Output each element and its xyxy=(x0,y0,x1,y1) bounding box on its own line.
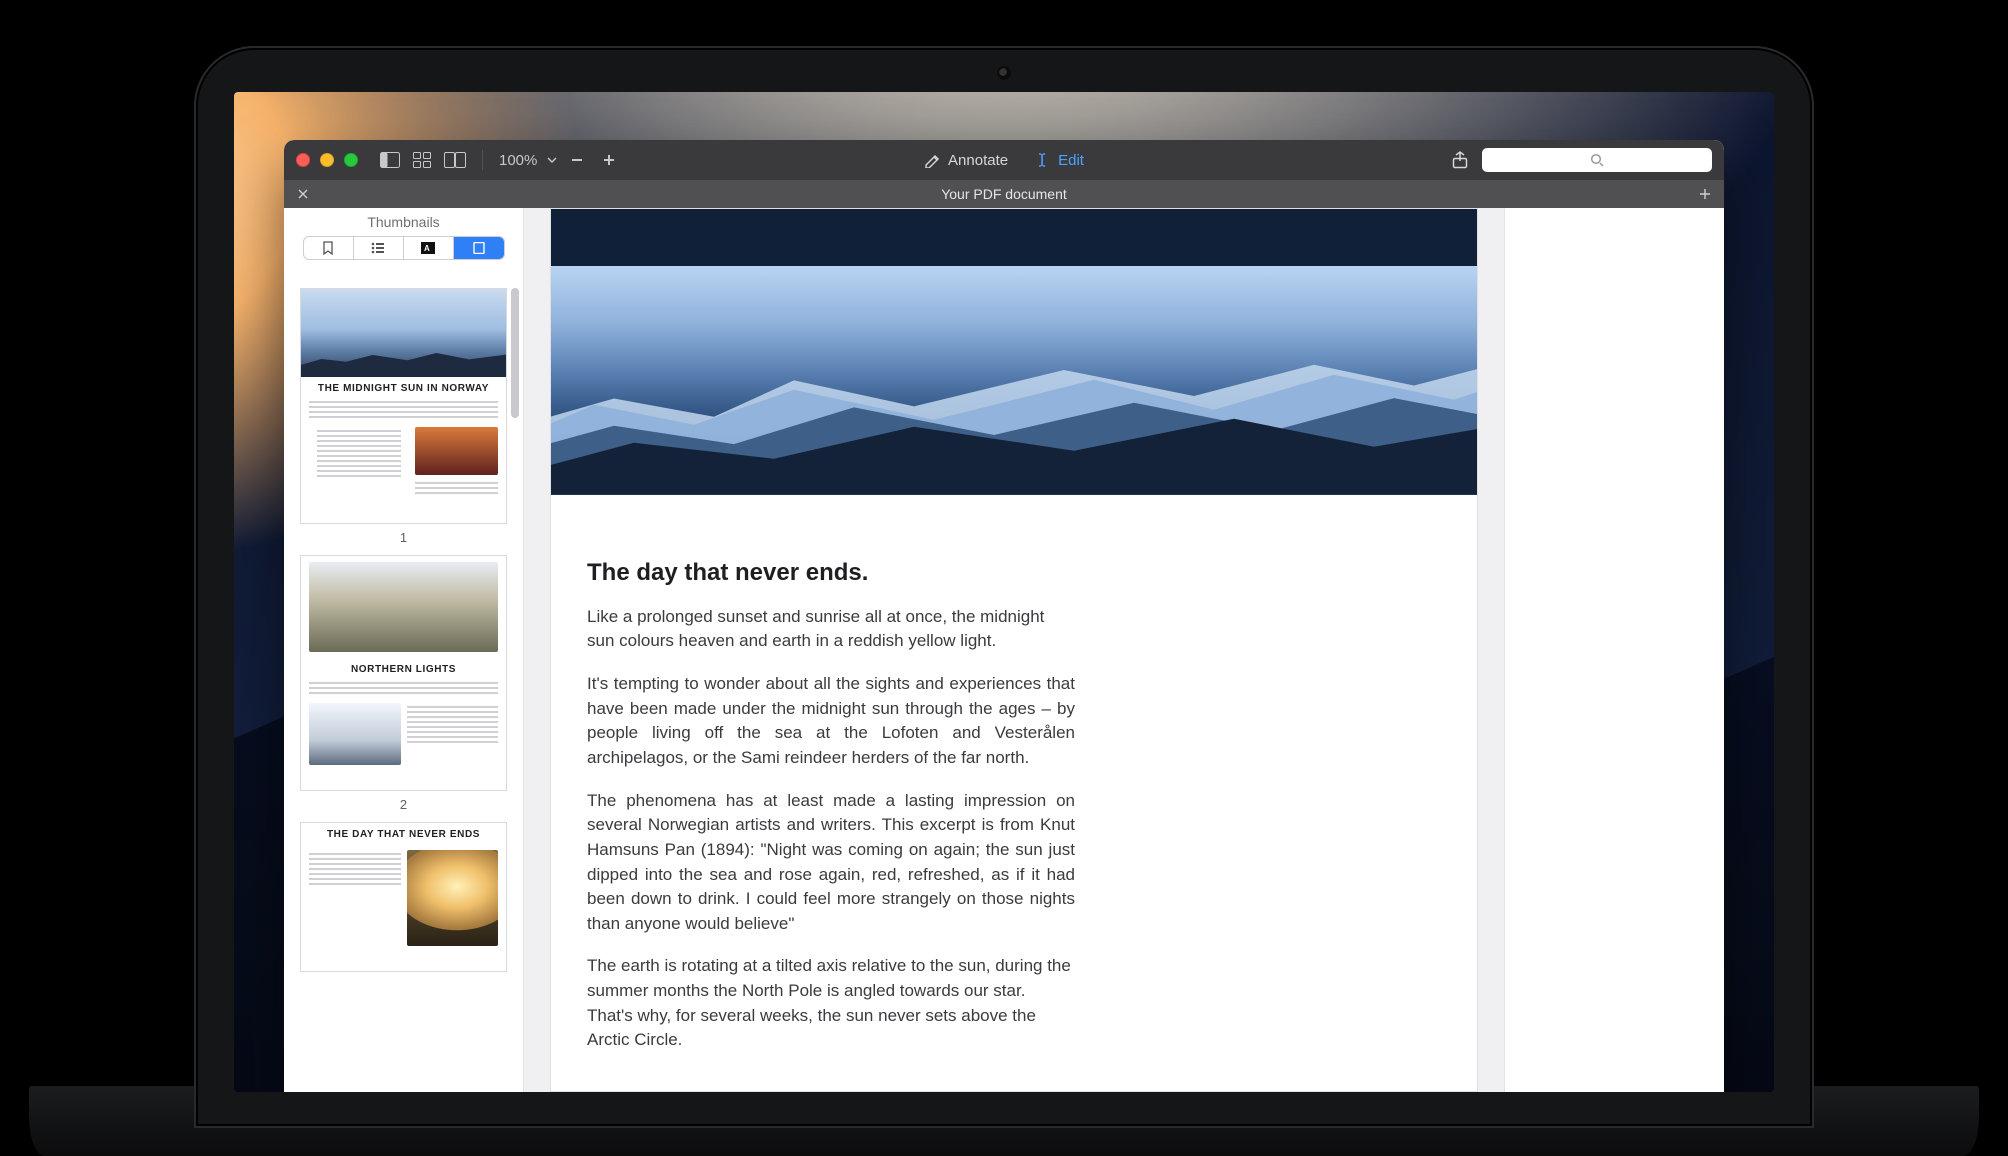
thumbnail-number: 2 xyxy=(294,797,513,812)
sidebar-segmented-control: A xyxy=(284,236,523,268)
thumbnail-image xyxy=(415,427,499,475)
inspector-panel xyxy=(1504,208,1724,1092)
page-gutter xyxy=(524,208,546,1092)
chevron-down-icon xyxy=(547,155,557,165)
zoom-in-button[interactable] xyxy=(597,148,621,172)
thumbnail-image xyxy=(407,850,499,946)
sidebar-toggle-button[interactable] xyxy=(378,148,402,172)
tab-title[interactable]: Your PDF document xyxy=(941,186,1067,202)
search-input[interactable] xyxy=(1482,148,1712,172)
toolbar: 100% Annotate xyxy=(284,140,1724,180)
svg-text:A: A xyxy=(424,244,430,253)
sidebar-tab-bookmarks[interactable] xyxy=(304,237,354,259)
zoom-label: 100% xyxy=(499,152,537,169)
list-icon xyxy=(371,242,385,254)
plus-icon xyxy=(1699,188,1711,200)
grid-view-button[interactable] xyxy=(410,148,434,172)
text-box-icon: A xyxy=(421,242,435,254)
page-icon xyxy=(473,242,485,254)
thumbnail-title: NORTHERN LIGHTS xyxy=(301,658,506,679)
article-paragraph: It's tempting to wonder about all the si… xyxy=(587,672,1075,771)
close-icon xyxy=(297,188,309,200)
document-article: The day that never ends. Like a prolonge… xyxy=(551,495,1111,1091)
fullscreen-window-button[interactable] xyxy=(344,153,358,167)
thumbnail-page-2[interactable]: NORTHERN LIGHTS xyxy=(294,555,513,791)
article-heading: The day that never ends. xyxy=(587,559,1075,587)
share-icon xyxy=(1452,151,1468,169)
article-paragraph: Like a prolonged sunset and sunrise all … xyxy=(587,605,1075,654)
document-viewport[interactable]: The day that never ends. Like a prolonge… xyxy=(524,208,1504,1092)
zoom-out-button[interactable] xyxy=(565,148,589,172)
pencil-icon xyxy=(924,152,940,168)
article-paragraph: The earth is rotating at a tilted axis r… xyxy=(587,954,1075,1053)
tab-bar: Your PDF document xyxy=(284,180,1724,208)
thumbnail-image xyxy=(309,703,401,765)
sidebar-tab-annotations[interactable]: A xyxy=(404,237,454,259)
view-modes-group xyxy=(378,148,489,172)
sidebar: Thumbnails A xyxy=(284,208,524,1092)
thumbnails-list[interactable]: THE MIDNIGHT SUN IN NORWAY xyxy=(284,268,523,1092)
thumbnail-page-1[interactable]: THE MIDNIGHT SUN IN NORWAY xyxy=(294,288,513,524)
document-hero-image xyxy=(551,209,1477,495)
bookmark-icon xyxy=(322,241,334,255)
content: Thumbnails A xyxy=(284,208,1724,1092)
toolbar-center: Annotate Edit xyxy=(924,152,1084,169)
close-window-button[interactable] xyxy=(296,153,310,167)
thumbnail-title: THE MIDNIGHT SUN IN NORWAY xyxy=(301,377,506,398)
two-page-view-button[interactable] xyxy=(442,148,468,172)
share-button[interactable] xyxy=(1448,148,1472,172)
sidebar-tab-thumbnails[interactable] xyxy=(454,237,504,259)
camera-icon xyxy=(999,68,1009,78)
edit-button[interactable]: Edit xyxy=(1034,152,1084,169)
new-tab-button[interactable] xyxy=(1696,185,1714,203)
thumbnail-number: 1 xyxy=(294,530,513,545)
annotate-label: Annotate xyxy=(948,152,1008,169)
thumbnail-page-3[interactable]: THE DAY THAT NEVER ENDS xyxy=(294,822,513,972)
edit-label: Edit xyxy=(1058,152,1084,169)
minimize-window-button[interactable] xyxy=(320,153,334,167)
tab-close-button[interactable] xyxy=(294,185,312,203)
sidebar-scrollbar[interactable] xyxy=(511,288,519,418)
page-gutter xyxy=(1482,208,1504,1092)
thumbnail-image xyxy=(301,289,506,377)
zoom-control[interactable]: 100% xyxy=(499,148,621,172)
screen: 100% Annotate xyxy=(234,92,1774,1092)
thumbnail-title: THE DAY THAT NEVER ENDS xyxy=(301,823,506,844)
annotate-button[interactable]: Annotate xyxy=(924,152,1008,169)
sidebar-title: Thumbnails xyxy=(284,208,523,236)
text-cursor-icon xyxy=(1034,152,1050,168)
thumbnail-image xyxy=(309,562,498,652)
search-icon xyxy=(1590,153,1604,167)
app-window: 100% Annotate xyxy=(284,140,1724,1092)
toolbar-right xyxy=(1448,148,1712,172)
sidebar-tab-outline[interactable] xyxy=(354,237,404,259)
toolbar-separator xyxy=(482,150,483,170)
laptop-frame: 100% Annotate xyxy=(194,46,1814,1128)
window-controls xyxy=(296,153,358,167)
document-page[interactable]: The day that never ends. Like a prolonge… xyxy=(550,208,1478,1092)
article-paragraph: The phenomena has at least made a lastin… xyxy=(587,789,1075,937)
